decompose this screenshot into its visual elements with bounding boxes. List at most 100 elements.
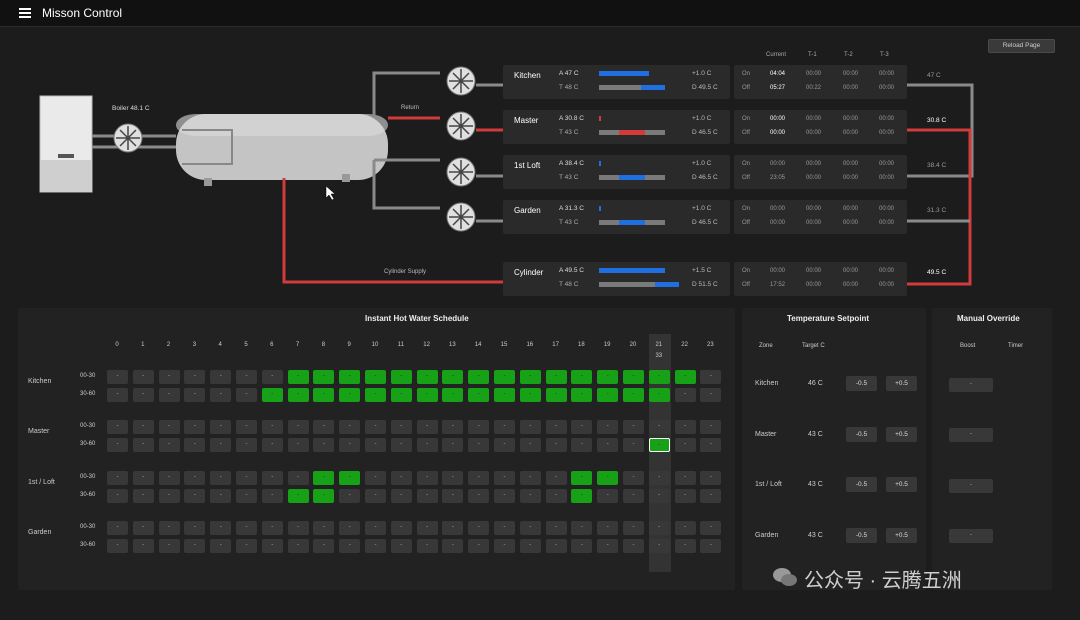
- schedule-cell[interactable]: -: [494, 420, 515, 434]
- schedule-cell[interactable]: -: [132, 370, 154, 384]
- schedule-cell[interactable]: -: [107, 420, 128, 434]
- schedule-cell[interactable]: -: [416, 438, 438, 452]
- schedule-cell[interactable]: -: [210, 539, 232, 553]
- schedule-cell[interactable]: -: [494, 388, 515, 402]
- schedule-cell[interactable]: -: [313, 370, 335, 384]
- schedule-cell[interactable]: -: [107, 471, 128, 485]
- schedule-cell[interactable]: -: [545, 489, 567, 503]
- schedule-cell[interactable]: -: [597, 471, 619, 485]
- schedule-cell[interactable]: -: [287, 471, 309, 485]
- schedule-cell[interactable]: -: [184, 521, 206, 535]
- schedule-cell[interactable]: -: [648, 539, 670, 553]
- schedule-cell[interactable]: -: [339, 370, 361, 384]
- schedule-cell[interactable]: -: [468, 388, 490, 402]
- schedule-cell[interactable]: -: [571, 521, 593, 535]
- schedule-cell[interactable]: -: [261, 370, 283, 384]
- schedule-cell[interactable]: -: [442, 471, 464, 485]
- schedule-cell[interactable]: -: [365, 521, 386, 535]
- schedule-cell[interactable]: -: [545, 539, 567, 553]
- schedule-cell[interactable]: -: [468, 471, 490, 485]
- schedule-cell[interactable]: -: [287, 521, 309, 535]
- schedule-cell[interactable]: -: [468, 438, 490, 452]
- schedule-cell[interactable]: -: [468, 489, 490, 503]
- schedule-cell[interactable]: -: [597, 489, 619, 503]
- schedule-cell[interactable]: -: [545, 521, 567, 535]
- setpoint-decrease-button[interactable]: -0.5: [846, 528, 877, 543]
- schedule-cell[interactable]: -: [597, 420, 619, 434]
- schedule-cell[interactable]: -: [158, 438, 180, 452]
- schedule-cell[interactable]: -: [700, 438, 722, 452]
- schedule-cell[interactable]: -: [442, 539, 464, 553]
- schedule-cell[interactable]: -: [390, 539, 412, 553]
- schedule-cell[interactable]: -: [390, 471, 412, 485]
- schedule-cell[interactable]: -: [623, 489, 644, 503]
- schedule-cell[interactable]: -: [597, 521, 619, 535]
- schedule-cell[interactable]: -: [597, 438, 619, 452]
- schedule-cell[interactable]: -: [442, 489, 464, 503]
- schedule-cell[interactable]: -: [158, 471, 180, 485]
- schedule-cell[interactable]: -: [700, 471, 722, 485]
- schedule-cell[interactable]: -: [416, 420, 438, 434]
- schedule-cell[interactable]: -: [597, 370, 619, 384]
- schedule-cell[interactable]: -: [132, 471, 154, 485]
- schedule-cell[interactable]: -: [468, 420, 490, 434]
- setpoint-increase-button[interactable]: +0.5: [886, 477, 917, 492]
- schedule-cell[interactable]: -: [365, 471, 386, 485]
- schedule-cell[interactable]: -: [700, 489, 722, 503]
- schedule-cell[interactable]: -: [545, 420, 567, 434]
- schedule-cell[interactable]: -: [184, 438, 206, 452]
- schedule-cell[interactable]: -: [494, 370, 515, 384]
- schedule-cell[interactable]: -: [700, 539, 722, 553]
- schedule-cell[interactable]: -: [210, 489, 232, 503]
- setpoint-decrease-button[interactable]: -0.5: [846, 376, 877, 391]
- schedule-cell[interactable]: -: [442, 420, 464, 434]
- schedule-cell[interactable]: -: [339, 420, 361, 434]
- schedule-cell[interactable]: -: [236, 420, 257, 434]
- schedule-cell[interactable]: -: [494, 471, 515, 485]
- schedule-cell[interactable]: -: [313, 489, 335, 503]
- boost-button[interactable]: -: [949, 428, 993, 442]
- schedule-cell[interactable]: -: [313, 471, 335, 485]
- schedule-cell[interactable]: -: [623, 521, 644, 535]
- schedule-cell[interactable]: -: [674, 471, 696, 485]
- schedule-cell[interactable]: -: [468, 521, 490, 535]
- schedule-cell[interactable]: -: [287, 388, 309, 402]
- schedule-cell[interactable]: -: [390, 438, 412, 452]
- setpoint-decrease-button[interactable]: -0.5: [846, 477, 877, 492]
- schedule-cell[interactable]: -: [158, 489, 180, 503]
- schedule-cell[interactable]: -: [700, 370, 722, 384]
- schedule-cell[interactable]: -: [416, 521, 438, 535]
- schedule-cell[interactable]: -: [313, 388, 335, 402]
- schedule-cell[interactable]: -: [545, 370, 567, 384]
- schedule-cell[interactable]: -: [494, 438, 515, 452]
- schedule-cell[interactable]: -: [571, 420, 593, 434]
- schedule-cell[interactable]: -: [236, 489, 257, 503]
- schedule-cell[interactable]: -: [339, 388, 361, 402]
- schedule-cell[interactable]: -: [623, 420, 644, 434]
- schedule-cell[interactable]: -: [184, 388, 206, 402]
- schedule-cell[interactable]: -: [158, 420, 180, 434]
- schedule-cell[interactable]: -: [287, 539, 309, 553]
- schedule-cell[interactable]: -: [468, 370, 490, 384]
- schedule-cell[interactable]: -: [365, 438, 386, 452]
- schedule-cell[interactable]: -: [519, 370, 541, 384]
- schedule-cell[interactable]: -: [700, 420, 722, 434]
- schedule-cell[interactable]: -: [236, 438, 257, 452]
- schedule-cell[interactable]: -: [210, 420, 232, 434]
- schedule-cell[interactable]: -: [648, 370, 670, 384]
- schedule-cell[interactable]: -: [674, 370, 696, 384]
- schedule-cell[interactable]: -: [339, 471, 361, 485]
- schedule-cell[interactable]: -: [287, 489, 309, 503]
- schedule-cell[interactable]: -: [519, 438, 541, 452]
- schedule-cell[interactable]: -: [339, 521, 361, 535]
- schedule-cell[interactable]: -: [571, 539, 593, 553]
- schedule-cell[interactable]: -: [313, 521, 335, 535]
- schedule-cell[interactable]: -: [107, 521, 128, 535]
- schedule-cell[interactable]: -: [545, 471, 567, 485]
- schedule-cell[interactable]: -: [648, 438, 670, 452]
- schedule-cell[interactable]: -: [107, 539, 128, 553]
- setpoint-decrease-button[interactable]: -0.5: [846, 427, 877, 442]
- schedule-cell[interactable]: -: [648, 388, 670, 402]
- schedule-cell[interactable]: -: [494, 521, 515, 535]
- schedule-cell[interactable]: -: [339, 438, 361, 452]
